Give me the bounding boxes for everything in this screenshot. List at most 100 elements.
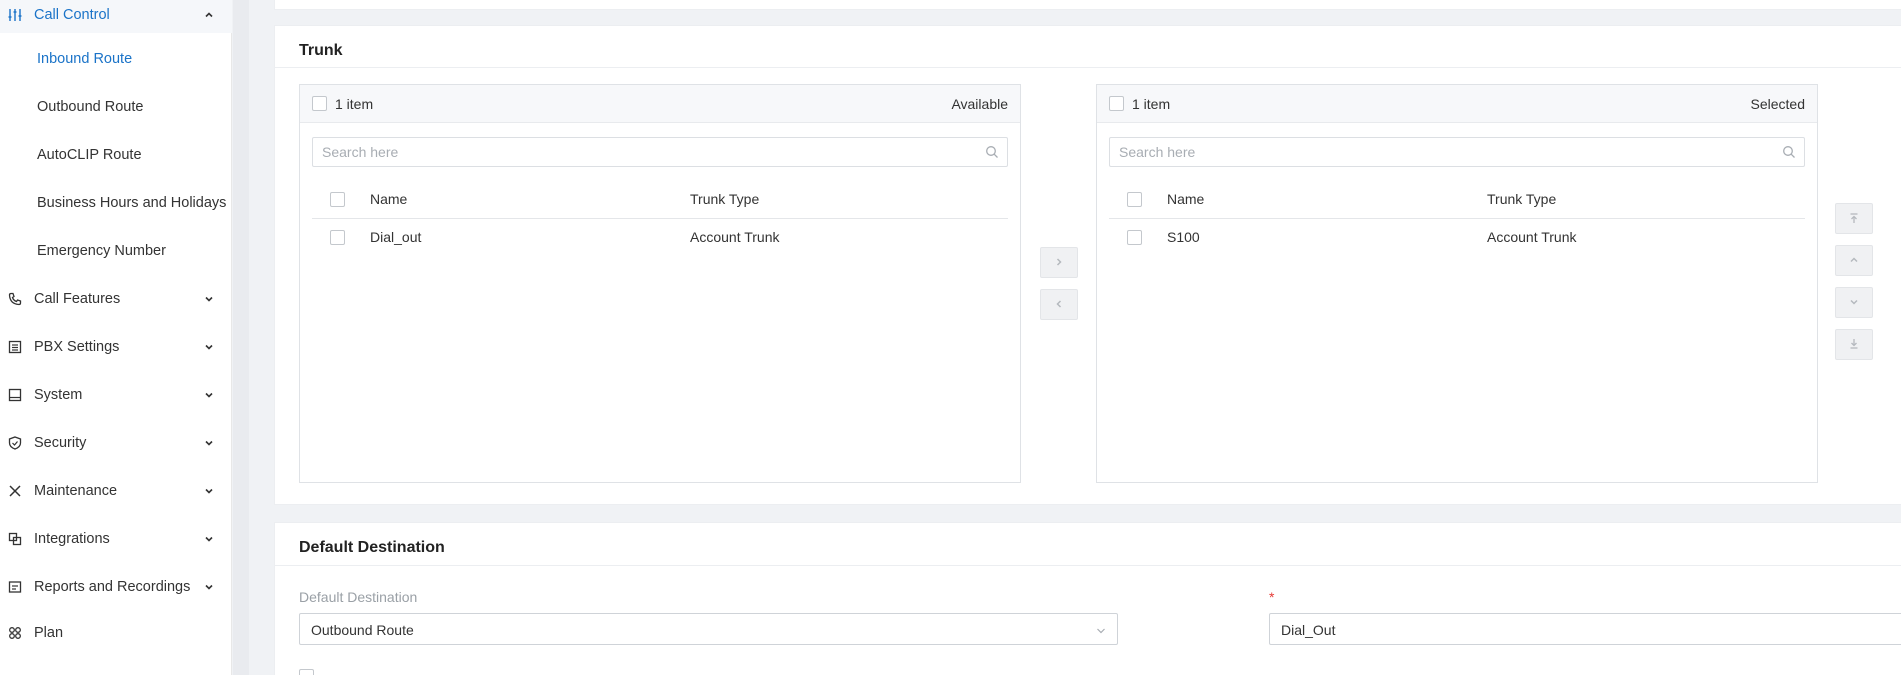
search-icon[interactable]	[985, 145, 999, 159]
move-top-icon	[1848, 211, 1860, 227]
table-row[interactable]: S100 Account Trunk	[1109, 219, 1805, 257]
sidebar: Call Control Inbound Route Outbound Rout…	[0, 0, 232, 675]
move-right-button[interactable]	[1040, 247, 1078, 278]
sidebar-item-label: Emergency Number	[37, 243, 166, 259]
default-destination-select[interactable]: Outbound Route	[299, 613, 1118, 645]
previous-panel	[274, 0, 1901, 10]
sidebar-item-label: Outbound Route	[37, 99, 144, 115]
row-trunk-type: Account Trunk	[1487, 229, 1577, 245]
available-header-checkbox[interactable]	[330, 192, 345, 207]
chevron-up-icon	[1848, 253, 1860, 269]
column-header-trunk-type: Trunk Type	[1487, 191, 1557, 207]
column-header-name: Name	[370, 191, 408, 207]
nav-label: Maintenance	[34, 483, 118, 499]
reports-icon	[8, 580, 22, 594]
chevron-down-icon	[203, 341, 215, 353]
divider	[275, 565, 1901, 566]
plan-icon	[8, 626, 22, 640]
available-table-header: Name Trunk Type	[312, 181, 1008, 219]
selected-count: 1 item	[1132, 96, 1171, 112]
move-to-top-button[interactable]	[1835, 203, 1873, 234]
nav-pbx-settings[interactable]: PBX Settings	[0, 329, 232, 365]
trunk-title: Trunk	[299, 42, 343, 59]
sidebar-item-outbound-route[interactable]: Outbound Route	[0, 89, 232, 125]
nav-system[interactable]: System	[0, 377, 232, 413]
chevron-down-icon	[203, 581, 215, 593]
shield-icon	[8, 436, 22, 450]
trunk-panel: Trunk 1 item Available Name Trunk Type D…	[274, 25, 1901, 505]
selected-header-checkbox[interactable]	[1127, 192, 1142, 207]
default-destination-value: Outbound Route	[311, 622, 414, 638]
move-up-button[interactable]	[1835, 245, 1873, 276]
divider	[275, 67, 1901, 68]
move-bottom-icon	[1848, 337, 1860, 353]
nav-label: PBX Settings	[34, 339, 120, 355]
default-destination-panel: Default Destination Default Destination …	[274, 522, 1901, 675]
column-header-name: Name	[1167, 191, 1205, 207]
available-list-header: 1 item Available	[300, 85, 1020, 123]
chevron-down-icon	[1095, 624, 1107, 636]
selected-label: Selected	[1750, 96, 1805, 112]
table-row[interactable]: Dial_out Account Trunk	[312, 219, 1008, 257]
destination-target-select[interactable]: Dial_Out	[1269, 613, 1901, 645]
available-search[interactable]	[312, 137, 1008, 167]
row-trunk-type: Account Trunk	[690, 229, 780, 245]
nav-integrations[interactable]: Integrations	[0, 521, 232, 557]
nav-maintenance[interactable]: Maintenance	[0, 473, 232, 509]
selected-select-all-checkbox[interactable]	[1109, 96, 1124, 111]
available-count: 1 item	[335, 96, 374, 112]
monitor-icon	[8, 388, 22, 402]
required-mark: *	[1269, 589, 1275, 605]
move-down-button[interactable]	[1835, 287, 1873, 318]
available-label: Available	[951, 96, 1008, 112]
nav-security[interactable]: Security	[0, 425, 232, 461]
chevron-down-icon	[203, 485, 215, 497]
sidebar-item-autoclip-route[interactable]: AutoCLIP Route	[0, 137, 232, 173]
chevron-up-icon	[203, 9, 215, 21]
chevron-right-icon	[1053, 255, 1065, 271]
nav-call-features[interactable]: Call Features	[0, 281, 232, 317]
selected-table-header: Name Trunk Type	[1109, 181, 1805, 219]
chevron-down-icon	[203, 293, 215, 305]
selected-list: 1 item Selected Name Trunk Type S100 Acc…	[1096, 84, 1818, 483]
default-destination-label: Default Destination	[299, 589, 418, 605]
nav-label: Integrations	[34, 531, 110, 547]
nav-label: Security	[34, 435, 87, 451]
selected-search-input[interactable]	[1110, 138, 1774, 166]
sidebar-item-business-hours[interactable]: Business Hours and Holidays	[0, 185, 232, 221]
sidebar-item-label: Business Hours and Holidays	[37, 195, 227, 211]
nav-reports-recordings[interactable]: Reports and Recordings	[0, 569, 232, 605]
row-name: S100	[1167, 229, 1200, 245]
chevron-down-icon	[203, 533, 215, 545]
row-checkbox[interactable]	[330, 230, 345, 245]
column-header-trunk-type: Trunk Type	[690, 191, 760, 207]
integrations-icon	[8, 532, 22, 546]
move-to-bottom-button[interactable]	[1835, 329, 1873, 360]
settings-list-icon	[8, 340, 22, 354]
selected-list-header: 1 item Selected	[1097, 85, 1817, 123]
call-control-icon	[8, 8, 22, 22]
nav-plan[interactable]: Plan	[0, 615, 232, 651]
nav-call-control-label: Call Control	[34, 7, 110, 23]
available-list: 1 item Available Name Trunk Type Dial_ou…	[299, 84, 1021, 483]
phone-icon	[8, 292, 22, 306]
available-select-all-checkbox[interactable]	[312, 96, 327, 111]
destination-target-value: Dial_Out	[1281, 622, 1336, 638]
nav-call-control[interactable]: Call Control	[0, 0, 232, 33]
move-left-button[interactable]	[1040, 289, 1078, 320]
row-checkbox[interactable]	[1127, 230, 1142, 245]
time-condition-checkbox[interactable]	[299, 669, 314, 675]
row-name: Dial_out	[370, 229, 422, 245]
chevron-down-icon	[203, 389, 215, 401]
chevron-down-icon	[203, 437, 215, 449]
nav-label: Call Features	[34, 291, 121, 307]
available-search-input[interactable]	[313, 138, 977, 166]
sidebar-item-inbound-route[interactable]: Inbound Route	[0, 41, 232, 77]
search-icon[interactable]	[1782, 145, 1796, 159]
sidebar-item-label: AutoCLIP Route	[37, 147, 142, 163]
chevron-left-icon	[1053, 297, 1065, 313]
nav-label: Plan	[34, 625, 64, 641]
sidebar-item-emergency-number[interactable]: Emergency Number	[0, 233, 232, 269]
default-destination-title: Default Destination	[299, 539, 445, 556]
selected-search[interactable]	[1109, 137, 1805, 167]
